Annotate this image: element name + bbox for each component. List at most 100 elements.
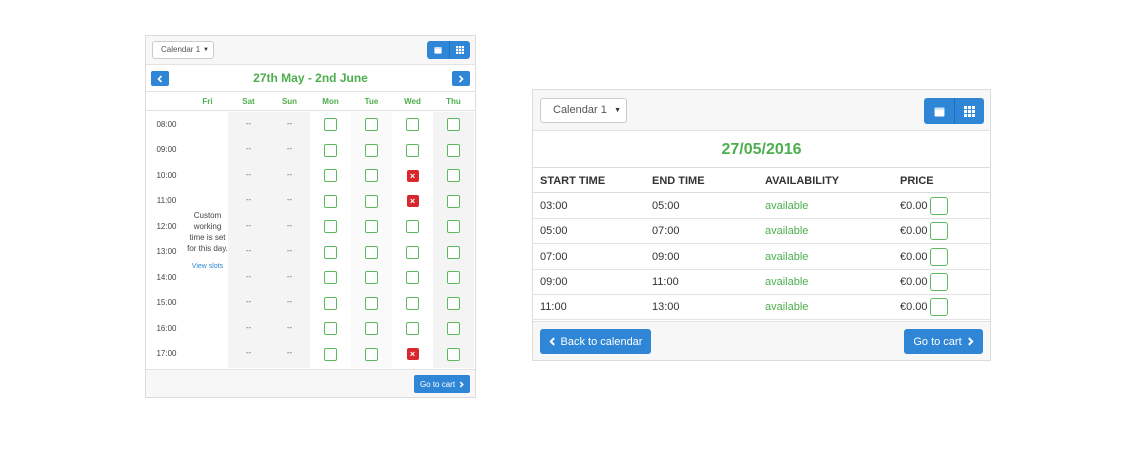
view-slots-link[interactable]: View slots: [187, 263, 228, 270]
slot-checkbox[interactable]: [447, 118, 460, 132]
slot-checkbox[interactable]: [365, 347, 378, 361]
slot-checkbox[interactable]: [447, 296, 460, 310]
start-time-cell: 11:00: [540, 301, 567, 314]
slot-checkbox[interactable]: [324, 245, 337, 259]
go-to-cart-button[interactable]: Go to cart: [904, 329, 983, 354]
end-time-cell: 05:00: [652, 200, 680, 212]
availability-cell: available: [765, 301, 809, 314]
slot-checkbox[interactable]: [324, 296, 337, 310]
slot-checkbox[interactable]: [324, 347, 337, 361]
unavailable-slot: --: [286, 220, 293, 230]
slot-select-checkbox[interactable]: [930, 247, 948, 266]
custom-working-time-note: working: [193, 222, 222, 231]
day-footer: Back to calendar Go to cart: [533, 321, 990, 360]
slot-checkbox[interactable]: [324, 169, 337, 183]
slot-checkbox[interactable]: [406, 245, 419, 259]
slot-checkbox[interactable]: [365, 169, 378, 183]
unavailable-slot: --: [245, 169, 252, 179]
unavailable-slot: --: [245, 297, 252, 307]
slot-select-checkbox[interactable]: [930, 197, 948, 215]
slot-select-checkbox[interactable]: [930, 222, 948, 241]
slot-checkbox[interactable]: [406, 143, 419, 157]
chevron-left-icon: [548, 337, 555, 346]
start-time-cell: 03:00: [540, 200, 568, 212]
slot-checkbox[interactable]: [406, 220, 419, 234]
custom-working-time-note: Custom: [193, 211, 222, 220]
slot-checkbox[interactable]: [324, 143, 337, 157]
slot-checkbox[interactable]: [324, 322, 337, 336]
price-cell: €0.00: [900, 225, 928, 238]
close-icon: ×: [406, 348, 419, 361]
time-label: 10:00: [156, 170, 177, 180]
day-name-sat: Sat: [242, 97, 255, 106]
calendar-select-value: Calendar 1: [553, 104, 607, 116]
slot-checkbox[interactable]: [324, 220, 337, 234]
slot-checkbox[interactable]: [365, 296, 378, 310]
caret-down-icon: ▼: [203, 47, 209, 53]
slot-checkbox[interactable]: [365, 245, 378, 259]
end-time-cell: 11:00: [652, 275, 679, 288]
grid-view-button[interactable]: [448, 41, 471, 59]
unavailable-slot: --: [286, 348, 293, 358]
chevron-right-icon: [458, 74, 464, 83]
slot-checkbox[interactable]: [324, 194, 337, 208]
slot-checkbox[interactable]: [324, 271, 337, 285]
grid-icon: [964, 105, 975, 117]
slot-checkbox[interactable]: [365, 220, 378, 234]
selected-date: 27/05/2016: [721, 141, 802, 158]
slot-checkbox[interactable]: [365, 271, 378, 285]
unavailable-slot: --: [286, 169, 293, 179]
view-toggle: [427, 41, 470, 59]
unavailable-slot: --: [286, 246, 293, 256]
next-week-button[interactable]: [452, 71, 470, 86]
custom-working-time-note: for this day.: [187, 244, 228, 253]
slot-checkbox[interactable]: [447, 322, 460, 336]
slot-checkbox[interactable]: [406, 322, 419, 336]
slot-checkbox[interactable]: [365, 143, 378, 157]
week-range-title: 27th May - 2nd June: [253, 71, 368, 85]
week-view-button[interactable]: [427, 41, 449, 59]
slot-checkbox[interactable]: [447, 220, 460, 234]
calendar-select[interactable]: Calendar 1 ▼: [152, 41, 214, 59]
calendar-select[interactable]: Calendar 1 ▼: [540, 98, 627, 123]
availability-cell: available: [765, 275, 809, 288]
slot-checkbox[interactable]: [447, 194, 460, 208]
close-icon: ×: [406, 195, 419, 208]
column-header-start: START TIME: [540, 175, 606, 187]
slot-checkbox[interactable]: [447, 245, 460, 259]
slot-checkbox[interactable]: [365, 322, 378, 336]
slot-checkbox[interactable]: [406, 118, 419, 132]
week-navigation: 27th May - 2nd June: [146, 66, 475, 92]
slot-checkbox[interactable]: [447, 347, 460, 361]
slot-checkbox[interactable]: [365, 194, 378, 208]
column-header-end: END TIME: [652, 175, 705, 187]
unavailable-slot: --: [245, 144, 252, 154]
slot-checkbox[interactable]: [324, 118, 337, 132]
slot-checkbox[interactable]: [406, 271, 419, 285]
day-name-fri: Fri: [202, 97, 213, 106]
caret-down-icon: ▼: [614, 107, 621, 114]
slot-checkbox[interactable]: [447, 271, 460, 285]
start-time-cell: 07:00: [540, 250, 568, 263]
price-cell: €0.00: [900, 275, 928, 288]
go-to-cart-label: Go to cart: [913, 335, 962, 348]
slot-checkbox[interactable]: [365, 118, 378, 132]
time-label: 17:00: [156, 349, 177, 359]
price-cell: €0.00: [900, 301, 928, 314]
slot-select-checkbox[interactable]: [930, 272, 948, 291]
slot-checkbox[interactable]: [447, 143, 460, 157]
slot-checkbox[interactable]: [406, 296, 419, 310]
time-label: 12:00: [156, 221, 177, 231]
view-toggle: [924, 98, 984, 124]
end-time-cell: 07:00: [652, 225, 680, 238]
week-view-button[interactable]: [924, 98, 954, 124]
week-header: Calendar 1 ▼: [146, 36, 475, 65]
slot-checkbox[interactable]: [447, 169, 460, 183]
back-to-calendar-button[interactable]: Back to calendar: [540, 329, 651, 354]
calendar-icon: [934, 107, 944, 116]
unavailable-slot: --: [286, 195, 293, 205]
table-row: 03:00 05:00 available €0.00: [533, 194, 990, 219]
go-to-cart-button[interactable]: Go to cart: [414, 375, 470, 393]
grid-view-button[interactable]: [954, 98, 984, 124]
slot-select-checkbox[interactable]: [930, 298, 948, 317]
